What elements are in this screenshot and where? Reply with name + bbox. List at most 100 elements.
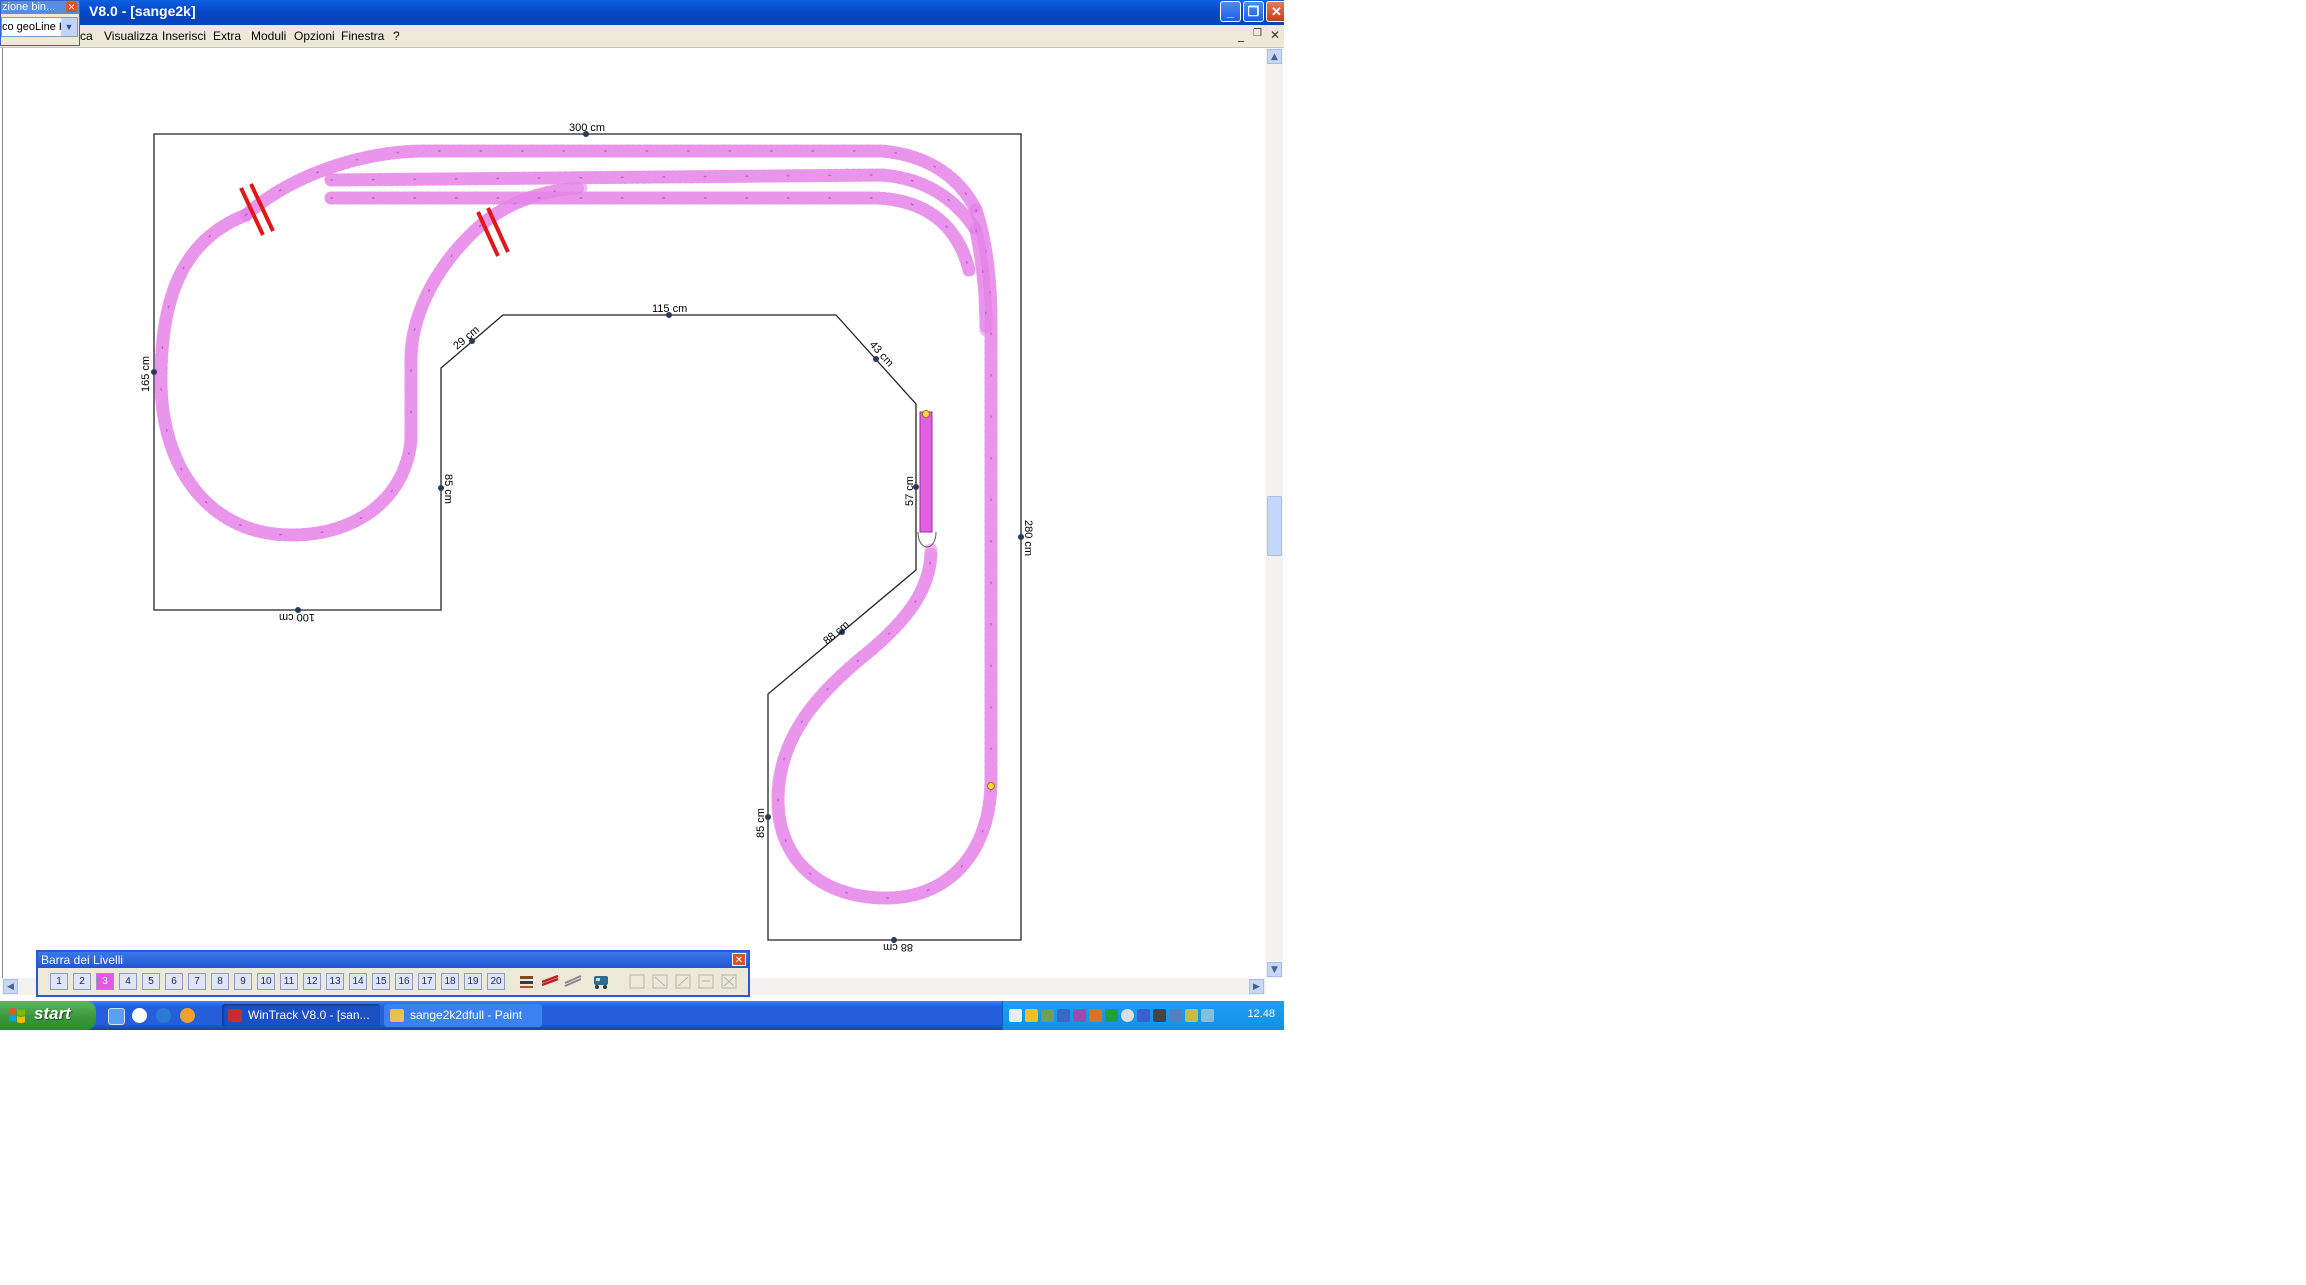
quicklaunch-firefox-icon[interactable] [180,1008,195,1023]
track-grey-icon[interactable] [563,973,583,990]
scroll-up-icon[interactable]: ▲ [1267,49,1282,64]
levels-close-button[interactable]: ✕ [732,953,746,966]
minimize-button[interactable]: _ [1220,1,1241,22]
level-button-14[interactable]: 14 [349,973,367,990]
disabled-tool-2-icon [650,973,670,990]
quicklaunch-ie-icon[interactable] [108,1008,125,1025]
dim-label-left: 165 cm [140,356,152,392]
track-right-loop-centerline [777,209,992,899]
tray-connection-icon[interactable] [1201,1009,1214,1022]
level-button-20[interactable]: 20 [487,973,505,990]
level-button-7[interactable]: 7 [188,973,206,990]
start-label: start [34,1004,71,1023]
level-button-10[interactable]: 10 [257,973,275,990]
level-button-17[interactable]: 17 [418,973,436,990]
level-button-1[interactable]: 1 [50,973,68,990]
disabled-tool-3-icon [673,973,693,990]
tray-security-icon[interactable] [1025,1009,1038,1022]
task-paint[interactable]: sange2k2dfull - Paint [384,1004,542,1027]
paint-icon [390,1009,404,1022]
marker-top [922,410,930,418]
level-button-19[interactable]: 19 [464,973,482,990]
level-button-12[interactable]: 12 [303,973,321,990]
tray-display-icon[interactable] [1153,1009,1166,1022]
levels-toolbar-title: Barra dei Livelli ✕ [38,952,748,968]
level-button-4[interactable]: 4 [119,973,137,990]
scroll-left-icon[interactable]: ◀ [3,979,18,994]
train-icon[interactable] [591,973,611,990]
track-outer-loop-sleepers [154,181,588,542]
tray-utility-icon[interactable] [1073,1009,1086,1022]
mdi-close-button[interactable]: ✕ [1270,28,1280,42]
level-button-18[interactable]: 18 [441,973,459,990]
track-selection-title: zione bin... ✕ [1,1,79,14]
quicklaunch-browser-icon[interactable] [156,1008,171,1023]
levels-toolbar: Barra dei Livelli ✕ 1 2 3 4 5 6 7 8 9 10… [36,950,750,997]
dim-label-bottom: 88 cm [883,941,913,953]
level-button-15[interactable]: 15 [372,973,390,990]
task-wintrack[interactable]: WinTrack V8.0 - [san... [222,1004,380,1027]
tray-network-icon[interactable] [1009,1009,1022,1022]
chevron-down-icon[interactable]: ▼ [61,18,77,36]
dim-label-bottom-left: 100 cm [279,611,315,623]
menu-item-finestra[interactable]: Finestra [341,29,384,43]
drawing-canvas[interactable]: 300 cm 165 cm 100 cm 85 cm 29 cm 115 cm … [2,48,1267,978]
track-red-icon[interactable] [540,973,560,990]
track-right-inner-sleepers [969,223,993,337]
tray-bluetooth-icon[interactable] [1137,1009,1150,1022]
menu-item-help[interactable]: ? [393,29,400,43]
tray-app-icon[interactable] [1041,1009,1054,1022]
tray-power-icon[interactable] [1185,1009,1198,1022]
level-button-11[interactable]: 11 [280,973,298,990]
mdi-restore-button[interactable]: ❐ [1253,28,1262,39]
tray-update-icon[interactable] [1089,1009,1102,1022]
menu-item-inserisci[interactable]: Inserisci [162,29,206,43]
menu-item-ca[interactable]: ca [80,29,93,43]
quicklaunch-media-icon[interactable] [132,1008,147,1023]
restore-button[interactable]: ❐ [1243,1,1264,22]
dim-label-lower-left: 85 cm [755,808,767,838]
start-button[interactable]: start [0,1001,96,1030]
close-button[interactable]: ✕ [1266,1,1284,22]
clock: 12.48 [1247,1008,1275,1020]
tray-signal-icon[interactable] [1105,1009,1118,1022]
level-button-6[interactable]: 6 [165,973,183,990]
mdi-minimize-button[interactable]: _ [1238,28,1244,42]
scroll-right-icon[interactable]: ▶ [1249,979,1264,994]
level-button-5[interactable]: 5 [142,973,160,990]
windows-logo-icon [9,1008,25,1023]
dim-label-diagonal-lower: 88 cm [821,619,852,647]
level-button-3[interactable]: 3 [96,973,114,990]
track-right-loop-sleepers [771,203,998,905]
title-bar: V8.0 - [sange2k] _ ❐ ✕ [0,0,1284,25]
layers-icon[interactable] [517,973,537,990]
level-button-8[interactable]: 8 [211,973,229,990]
level-button-9[interactable]: 9 [234,973,252,990]
menu-item-moduli[interactable]: Moduli [251,29,286,43]
track-system-select[interactable]: co geoLine H ▼ [1,17,78,37]
disabled-tool-5-icon [719,973,739,990]
window-title: V8.0 - [sange2k] [89,3,196,19]
track-main-top-3-centerline [330,197,970,271]
menu-item-visualizza[interactable]: Visualizza [104,29,158,43]
dim-label-top: 300 cm [569,122,605,134]
track-system-select-value: co geoLine H [2,21,67,33]
track-right-loop [771,203,998,905]
wintrack-icon [228,1009,242,1022]
tray-sync-icon[interactable] [1121,1009,1134,1022]
track-main-top-3-sleepers [324,191,976,277]
vertical-scrollbar[interactable]: ▲ ▼ [1266,48,1283,978]
level-button-13[interactable]: 13 [326,973,344,990]
vertical-scroll-thumb[interactable] [1267,496,1282,556]
siding-element [919,411,933,533]
tray-audio-icon[interactable] [1169,1009,1182,1022]
level-button-2[interactable]: 2 [73,973,91,990]
level-button-16[interactable]: 16 [395,973,413,990]
task-paint-label: sange2k2dfull - Paint [410,1008,523,1022]
track-selection-close-button[interactable]: ✕ [66,2,77,12]
menu-item-extra[interactable]: Extra [213,29,241,43]
menu-item-opzioni[interactable]: Opzioni [294,29,335,43]
scroll-down-icon[interactable]: ▼ [1267,962,1282,977]
tray-monitor-icon[interactable] [1057,1009,1070,1022]
dim-label-inner-right: 57 cm [904,476,916,506]
